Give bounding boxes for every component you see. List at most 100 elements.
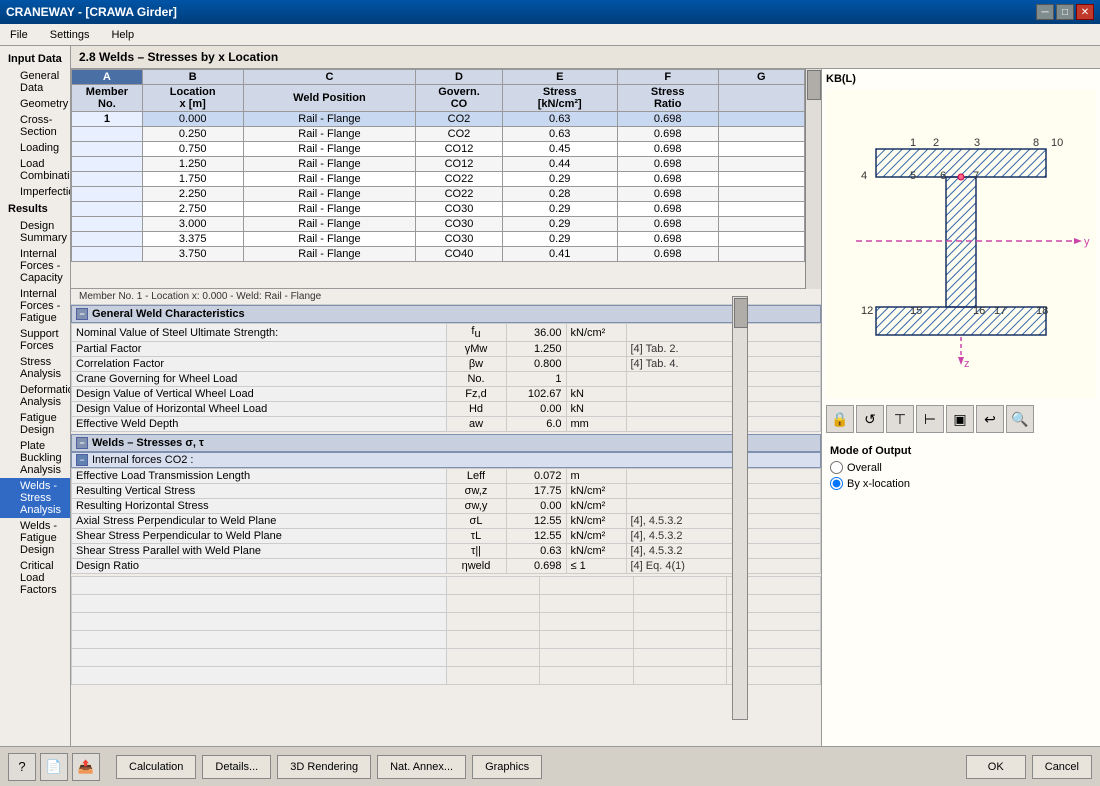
title-bar: CRANEWAY - [CRAWA Girder] ─ □ ✕ bbox=[0, 0, 1100, 24]
table-row[interactable]: 2.250 Rail - Flange CO22 0.28 0.698 bbox=[72, 187, 805, 202]
col-g-h2 bbox=[718, 85, 804, 112]
detail-row-empty bbox=[72, 577, 821, 595]
sidebar-item-welds-stress-analysis[interactable]: Welds - Stress Analysis bbox=[0, 478, 70, 518]
scrollbar-thumb[interactable] bbox=[807, 70, 821, 100]
detail-row-empty bbox=[72, 667, 821, 685]
table-row[interactable]: 1.250 Rail - Flange CO12 0.44 0.698 bbox=[72, 157, 805, 172]
sidebar-item-loading[interactable]: Loading bbox=[0, 140, 70, 156]
graphics-button[interactable]: Graphics bbox=[472, 755, 542, 779]
svg-text:6: 6 bbox=[940, 170, 946, 182]
table-row[interactable]: 3.000 Rail - Flange CO30 0.29 0.698 bbox=[72, 217, 805, 232]
scrollbar-track[interactable] bbox=[805, 69, 821, 289]
detail-scrollbar[interactable] bbox=[732, 296, 748, 720]
rotate-icon-btn[interactable]: ↺ bbox=[856, 405, 884, 433]
print-icon-btn[interactable]: 📄 bbox=[40, 753, 68, 781]
menu-help[interactable]: Help bbox=[105, 27, 140, 43]
svg-text:5: 5 bbox=[910, 170, 916, 182]
sidebar-item-geometry[interactable]: Geometry bbox=[0, 96, 70, 112]
col-f-h2: StressRatio bbox=[617, 85, 718, 112]
table-row[interactable]: 0.250 Rail - Flange CO2 0.63 0.698 bbox=[72, 127, 805, 142]
nat-annex-button[interactable]: Nat. Annex... bbox=[377, 755, 466, 779]
sidebar-item-cross-section[interactable]: Cross-Section bbox=[0, 112, 70, 140]
cell-member: 1 bbox=[72, 112, 143, 127]
sidebar-item-support-forces[interactable]: Support Forces bbox=[0, 326, 70, 354]
sidebar-item-load-combinations[interactable]: Load Combinations bbox=[0, 156, 70, 184]
table-row[interactable]: 1.750 Rail - Flange CO22 0.29 0.698 bbox=[72, 172, 805, 187]
main-table: A B C D E F G MemberNo. bbox=[71, 69, 805, 262]
close-button[interactable]: ✕ bbox=[1076, 4, 1094, 20]
sidebar-item-internal-forces-fatigue[interactable]: Internal Forces - Fatigue bbox=[0, 286, 70, 326]
details-button[interactable]: Details... bbox=[202, 755, 271, 779]
sidebar-item-general-data[interactable]: General Data bbox=[0, 68, 70, 96]
back-icon-btn[interactable]: ↩ bbox=[976, 405, 1004, 433]
sidebar: Input Data General Data Geometry Cross-S… bbox=[0, 46, 71, 746]
content-header: 2.8 Welds – Stresses by x Location bbox=[71, 46, 1100, 69]
right-panel-label: KB(L) bbox=[826, 73, 856, 85]
detail-scrollbar-thumb[interactable] bbox=[734, 298, 748, 328]
sidebar-item-imperfections[interactable]: Imperfections bbox=[0, 184, 70, 200]
svg-text:4: 4 bbox=[861, 170, 867, 182]
svg-text:8: 8 bbox=[1033, 137, 1039, 149]
collapse-welds-stresses[interactable]: − bbox=[76, 437, 88, 449]
col-d-h2: Govern.CO bbox=[416, 85, 502, 112]
collapse-sub-section[interactable]: − bbox=[76, 454, 88, 466]
col-e-header: E bbox=[502, 70, 617, 85]
3d-rendering-button[interactable]: 3D Rendering bbox=[277, 755, 371, 779]
detail-row: Design Value of Horizontal Wheel Load Hd… bbox=[72, 402, 821, 417]
table-row[interactable]: 3.750 Rail - Flange CO40 0.41 0.698 bbox=[72, 247, 805, 262]
cell-co: CO2 bbox=[416, 112, 502, 127]
display-icon-btn[interactable]: ▣ bbox=[946, 405, 974, 433]
ok-button[interactable]: OK bbox=[966, 755, 1026, 779]
mode-overall-radio[interactable]: Overall bbox=[830, 461, 911, 474]
col-f-header: F bbox=[617, 70, 718, 85]
table-row[interactable]: 3.375 Rail - Flange CO30 0.29 0.698 bbox=[72, 232, 805, 247]
sidebar-item-welds-fatigue-design[interactable]: Welds - Fatigue Design bbox=[0, 518, 70, 558]
maximize-button[interactable]: □ bbox=[1056, 4, 1074, 20]
general-weld-table: Nominal Value of Steel Ultimate Strength… bbox=[71, 323, 821, 432]
ruler-h-icon-btn[interactable]: ⊤ bbox=[886, 405, 914, 433]
bottom-bar: ? 📄 📤 Calculation Details... 3D Renderin… bbox=[0, 746, 1100, 786]
sidebar-item-deformation-analysis[interactable]: Deformation Analysis bbox=[0, 382, 70, 410]
right-toolbar: 🔒 ↺ ⊤ ⊢ ▣ ↩ 🔍 bbox=[826, 405, 1034, 433]
table-row[interactable]: 1 0.000 Rail - Flange CO2 0.63 0.698 bbox=[72, 112, 805, 127]
sidebar-item-fatigue-design[interactable]: Fatigue Design bbox=[0, 410, 70, 438]
right-panel: KB(L) bbox=[821, 69, 1100, 746]
sidebar-item-internal-forces-capacity[interactable]: Internal Forces - Capacity bbox=[0, 246, 70, 286]
detail-row: Axial Stress Perpendicular to Weld Plane… bbox=[72, 514, 821, 529]
svg-text:10: 10 bbox=[1051, 137, 1063, 149]
detail-row-empty bbox=[72, 595, 821, 613]
svg-text:16: 16 bbox=[973, 305, 985, 317]
detail-row: Shear Stress Perpendicular to Weld Plane… bbox=[72, 529, 821, 544]
detail-row: Partial Factor γMw 1.250 [4] Tab. 2. bbox=[72, 342, 821, 357]
ruler-v-icon-btn[interactable]: ⊢ bbox=[916, 405, 944, 433]
sidebar-item-design-summary[interactable]: Design Summary bbox=[0, 218, 70, 246]
table-section: A B C D E F G MemberNo. bbox=[71, 69, 821, 289]
sidebar-item-plate-buckling-analysis[interactable]: Plate Buckling Analysis bbox=[0, 438, 70, 478]
svg-text:2: 2 bbox=[933, 137, 939, 149]
minimize-button[interactable]: ─ bbox=[1036, 4, 1054, 20]
mode-overall-input[interactable] bbox=[830, 461, 843, 474]
table-row[interactable]: 2.750 Rail - Flange CO30 0.29 0.698 bbox=[72, 202, 805, 217]
help-icon-btn[interactable]: ? bbox=[8, 753, 36, 781]
lock-icon-btn[interactable]: 🔒 bbox=[826, 405, 854, 433]
menu-file[interactable]: File bbox=[4, 27, 34, 43]
export-icon-btn[interactable]: 📤 bbox=[72, 753, 100, 781]
sidebar-item-stress-analysis[interactable]: Stress Analysis bbox=[0, 354, 70, 382]
left-panel: A B C D E F G MemberNo. bbox=[71, 69, 821, 746]
menu-settings[interactable]: Settings bbox=[44, 27, 96, 43]
mode-byx-radio[interactable]: By x-location bbox=[830, 477, 911, 490]
detail-row: Effective Weld Depth aw 6.0 mm bbox=[72, 417, 821, 432]
mode-byx-input[interactable] bbox=[830, 477, 843, 490]
svg-text:3: 3 bbox=[974, 137, 980, 149]
general-weld-header: − General Weld Characteristics bbox=[71, 305, 821, 323]
collapse-general-weld[interactable]: − bbox=[76, 308, 88, 320]
sub-section-internal-forces: − Internal forces CO2 : bbox=[71, 452, 821, 468]
table-row[interactable]: 0.750 Rail - Flange CO12 0.45 0.698 bbox=[72, 142, 805, 157]
calculation-button[interactable]: Calculation bbox=[116, 755, 196, 779]
col-g-header: G bbox=[718, 70, 804, 85]
cancel-button[interactable]: Cancel bbox=[1032, 755, 1092, 779]
detail-row: Correlation Factor βw 0.800 [4] Tab. 4. bbox=[72, 357, 821, 372]
sidebar-item-critical-load-factors[interactable]: Critical Load Factors bbox=[0, 558, 70, 598]
zoom-icon-btn[interactable]: 🔍 bbox=[1006, 405, 1034, 433]
detail-row-empty bbox=[72, 649, 821, 667]
